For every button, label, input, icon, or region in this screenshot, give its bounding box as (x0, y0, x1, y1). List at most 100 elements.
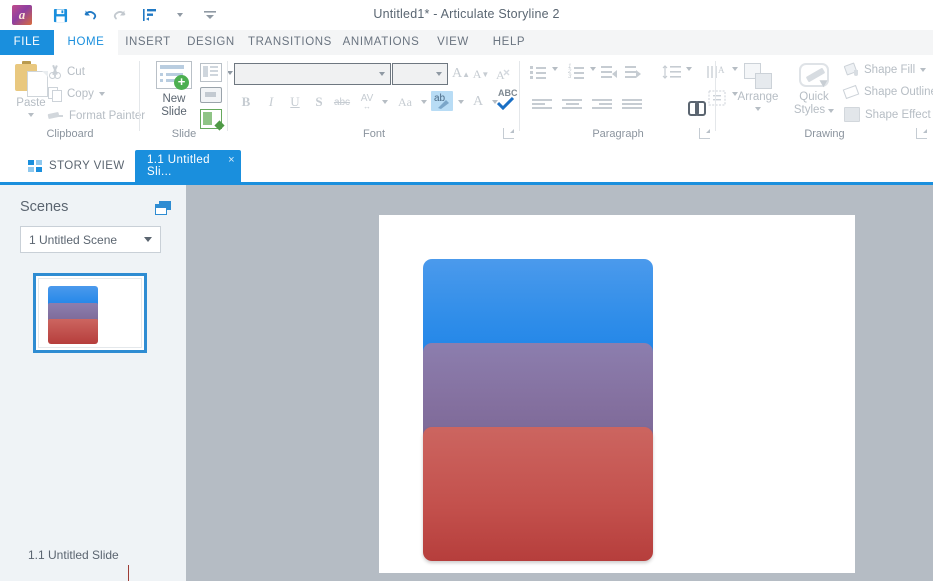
shape-effect-icon (844, 107, 860, 122)
paste-label: Paste (16, 97, 45, 110)
tab-story-view[interactable]: STORY VIEW (20, 150, 133, 182)
thumbnail-band-red (48, 319, 98, 344)
drawing-group-title: Drawing (716, 128, 933, 140)
change-case-button[interactable]: Aa (394, 93, 416, 111)
numbering-dropdown-icon[interactable] (590, 71, 596, 89)
close-icon[interactable]: × (228, 154, 235, 166)
find-button[interactable] (688, 99, 706, 113)
scenes-panel: Scenes 1 Untitled Scene 1.1 Untitled Sli… (0, 185, 187, 581)
ribbon-group-font: A▲ A▼ A B I U S abc AV ↔ Aa ab A (228, 55, 520, 142)
copy-icon (48, 87, 62, 101)
copy-label: Copy (67, 88, 94, 100)
new-slide-icon: + (156, 61, 192, 91)
arrange-dropdown-icon[interactable] (755, 107, 761, 111)
scene-connector-line (128, 565, 129, 581)
tab-insert[interactable]: INSERT (118, 30, 178, 55)
shape-fill-label: Shape Fill (864, 64, 915, 76)
tab-animations[interactable]: ANIMATIONS (336, 30, 426, 55)
tab-home[interactable]: HOME (54, 30, 118, 55)
slide-thumbnail[interactable] (33, 273, 147, 353)
clipboard-group-title: Clipboard (0, 128, 140, 140)
paste-dropdown-icon[interactable] (28, 113, 34, 117)
italic-button[interactable]: I (263, 93, 279, 111)
increase-font-size-button[interactable]: A▲ (452, 66, 470, 82)
text-highlight-dropdown-icon[interactable] (456, 97, 466, 107)
tab-view[interactable]: VIEW (426, 30, 480, 55)
shape-effect-button[interactable]: Shape Effect (844, 107, 933, 122)
tab-design[interactable]: DESIGN (178, 30, 244, 55)
arrange-label: Arrange (738, 91, 779, 104)
drawing-dialog-launcher[interactable] (916, 128, 927, 139)
shape-effect-label: Shape Effect (865, 109, 931, 121)
shadow-button[interactable]: S (311, 93, 327, 111)
paragraph-group-title: Paragraph (520, 128, 716, 140)
tab-help[interactable]: HELP (480, 30, 538, 55)
font-color-button[interactable]: A (470, 93, 486, 111)
character-spacing-dropdown-icon[interactable] (380, 97, 390, 107)
tab-transitions[interactable]: TRANSITIONS (244, 30, 336, 55)
format-painter-button[interactable]: Format Painter (48, 109, 145, 123)
character-spacing-button[interactable]: AV ↔ (356, 91, 378, 111)
slide-thumbnail-label: 1.1 Untitled Slide (28, 548, 119, 562)
shape-fill-button[interactable]: Shape Fill (844, 63, 926, 77)
font-dialog-launcher[interactable] (503, 128, 514, 139)
spell-check-icon[interactable] (497, 97, 515, 110)
ribbon-group-slide: + New Slide Slide (140, 55, 228, 142)
line-spacing-button[interactable] (662, 65, 682, 84)
quick-styles-label-1: Quick (799, 91, 828, 104)
copy-button[interactable]: Copy (48, 87, 105, 101)
ribbon-tab-strip: FILE HOME INSERT DESIGN TRANSITIONS ANIM… (0, 30, 933, 55)
slide-preview-button[interactable] (200, 109, 222, 129)
quick-styles-dropdown-icon[interactable] (828, 109, 834, 113)
scene-dropdown-value: 1 Untitled Scene (29, 233, 117, 247)
thumbnail-shape-stack (48, 286, 98, 344)
slide-properties-button[interactable] (200, 87, 222, 103)
text-highlight-button[interactable]: ab (431, 91, 453, 111)
font-size-combobox[interactable] (392, 63, 448, 85)
format-painter-icon (48, 109, 64, 123)
line-spacing-dropdown-icon[interactable] (686, 71, 692, 89)
slide-properties-icon (200, 87, 222, 103)
story-view-label: STORY VIEW (49, 160, 125, 172)
chevron-down-icon (144, 237, 152, 242)
font-name-combobox[interactable] (234, 63, 391, 85)
story-view-icon (28, 160, 42, 172)
tab-slide-1-1[interactable]: 1.1 Untitled Sli... × (135, 150, 241, 182)
shape-stack[interactable] (423, 259, 653, 561)
change-case-dropdown-icon[interactable] (419, 97, 429, 107)
format-painter-label: Format Painter (69, 110, 145, 122)
paragraph-dialog-launcher[interactable] (699, 128, 710, 139)
cut-button[interactable]: Cut (48, 65, 85, 79)
quick-styles-icon (797, 63, 831, 91)
shape-outline-label: Shape Outline (864, 86, 933, 98)
strikethrough-button[interactable]: abc (331, 95, 353, 109)
bullets-dropdown-icon[interactable] (552, 71, 558, 89)
svg-text:A: A (496, 68, 505, 82)
font-name-dropdown-icon[interactable] (379, 72, 385, 76)
font-size-dropdown-icon[interactable] (436, 72, 442, 76)
underline-button[interactable]: U (287, 93, 303, 111)
font-group-title: Font (228, 128, 520, 140)
scene-dropdown[interactable]: 1 Untitled Scene (20, 226, 161, 253)
new-slide-label-line1: New Slide (150, 93, 198, 119)
quick-styles-label-2: Styles (794, 104, 825, 117)
slide-canvas[interactable] (186, 185, 933, 581)
shape-outline-button[interactable]: Shape Outline (844, 85, 933, 99)
line-spacing-icon (662, 65, 682, 79)
quick-styles-button[interactable]: Quick Styles (788, 63, 840, 117)
ribbon: Paste Cut Copy Format Painter Clipboard (0, 55, 933, 143)
tab-file[interactable]: FILE (0, 30, 54, 55)
new-slide-button[interactable]: + New Slide (150, 61, 198, 119)
cut-label: Cut (67, 66, 85, 78)
shape-band-red[interactable] (423, 427, 653, 561)
slide-surface[interactable] (379, 215, 855, 573)
decrease-font-size-button[interactable]: A▼ (472, 66, 490, 82)
undock-panel-icon[interactable] (155, 201, 171, 215)
bold-button[interactable]: B (238, 93, 254, 111)
ribbon-group-paragraph: 1 2 3 (520, 55, 716, 142)
arrange-button[interactable]: Arrange (730, 63, 786, 111)
clear-formatting-icon[interactable]: A (494, 66, 512, 82)
copy-dropdown-icon[interactable] (99, 92, 105, 96)
shape-fill-dropdown-icon[interactable] (920, 68, 926, 72)
title-bar: a Untitled1* - Articulate Storyline 2 (0, 0, 933, 30)
